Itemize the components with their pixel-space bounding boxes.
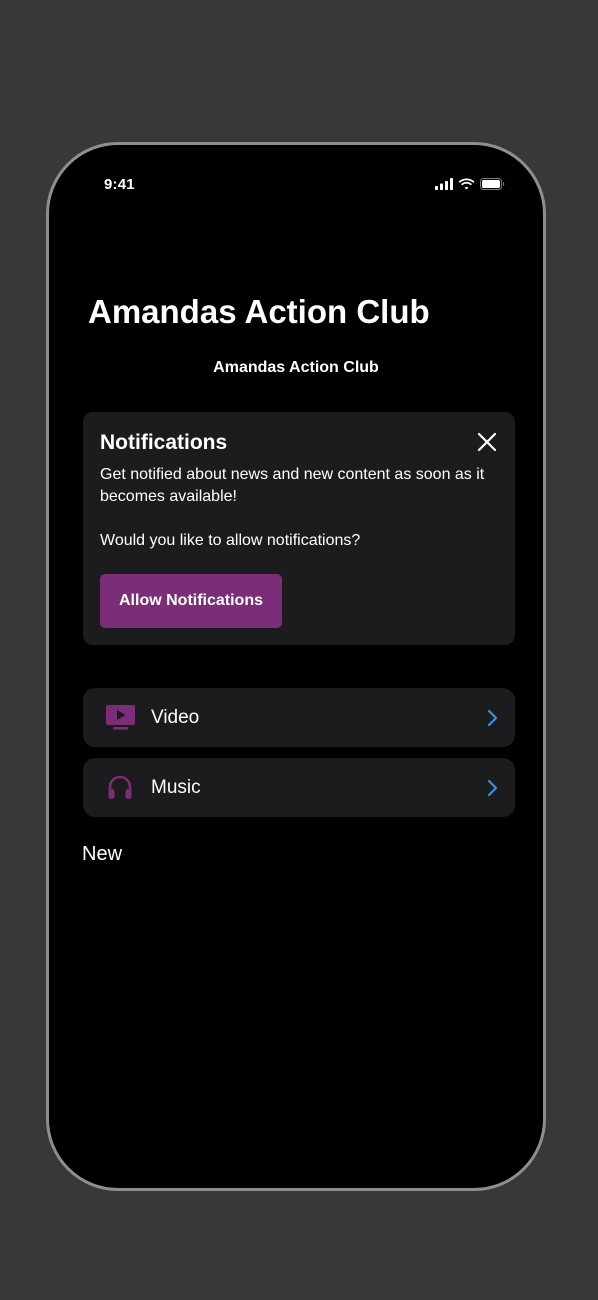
chevron-right-icon (487, 709, 498, 726)
notification-question: Would you like to allow notifications? (100, 532, 361, 549)
status-bar: 9:41 (49, 145, 543, 215)
notification-card: Notifications Get notified about news an… (83, 412, 515, 645)
headphones-icon (105, 773, 135, 803)
notification-title: Notifications (100, 431, 228, 454)
menu-item-music[interactable]: Music (83, 758, 515, 817)
status-time: 9:41 (104, 176, 135, 193)
cellular-signal-icon (435, 178, 453, 190)
phone-frame: 9:41 Amandas Action Club Amandas Action … (46, 142, 546, 1191)
battery-icon (480, 178, 505, 190)
chevron-right-icon (487, 779, 498, 796)
large-title: Amandas Action Club (88, 293, 430, 330)
notification-body: Get notified about news and new content … (100, 466, 485, 505)
tv-play-icon (105, 703, 135, 733)
menu-item-label: Video (151, 706, 200, 728)
close-icon[interactable] (475, 430, 499, 454)
status-icons (435, 176, 505, 192)
allow-notifications-button[interactable]: Allow Notifications (100, 574, 282, 628)
section-title-new: New (82, 843, 123, 865)
nav-title: Amandas Action Club (213, 359, 379, 376)
menu-item-label: Music (151, 776, 201, 798)
wifi-icon (458, 178, 475, 190)
menu-item-video[interactable]: Video (83, 688, 515, 747)
